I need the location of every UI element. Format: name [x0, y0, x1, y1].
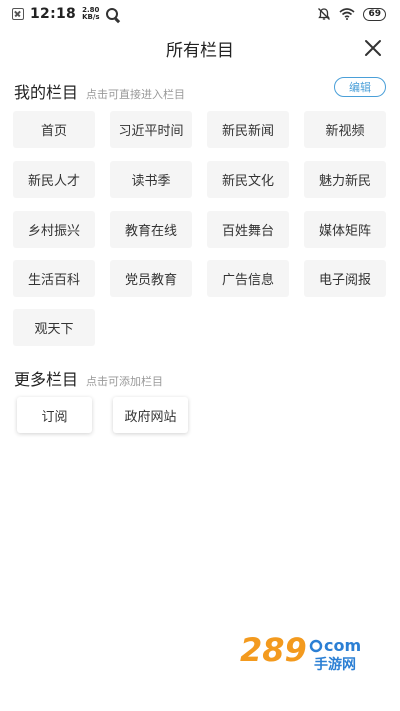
channel-chip[interactable]: 新视频	[304, 111, 386, 148]
channel-chip[interactable]: 魅力新民	[304, 161, 386, 198]
more-channel-chip[interactable]: 订阅	[17, 397, 92, 433]
page-header: 所有栏目	[0, 28, 400, 68]
channel-chip[interactable]: 新民文化	[207, 161, 289, 198]
my-channels-hint: 点击可直接进入栏目	[86, 88, 186, 101]
channel-chip[interactable]: 生活百科	[13, 260, 95, 297]
status-bar: 12:18 2.80 KB/s 69	[0, 0, 400, 28]
channel-chip[interactable]: 乡村振兴	[13, 211, 95, 248]
close-icon[interactable]	[362, 37, 384, 59]
more-channels-hint: 点击可添加栏目	[86, 375, 164, 388]
mute-bell-icon	[318, 8, 331, 20]
network-speed-unit: KB/s	[82, 13, 100, 21]
channel-chip[interactable]: 首页	[13, 111, 95, 148]
app-notification-icon	[105, 8, 118, 20]
watermark-number: 289	[240, 631, 307, 669]
more-channels-header: 更多栏目 点击可添加栏目	[14, 366, 163, 390]
edit-button[interactable]: 编辑	[334, 77, 386, 97]
network-speed: 2.80 KB/s	[82, 7, 99, 21]
watermark-logo: 289 com 手游网	[240, 631, 361, 671]
battery-level: 69	[363, 7, 386, 21]
status-time: 12:18	[30, 6, 77, 22]
channel-chip[interactable]: 读书季	[110, 161, 192, 198]
page-title: 所有栏目	[166, 40, 234, 61]
my-channels-header: 我的栏目 点击可直接进入栏目	[14, 79, 185, 103]
status-right: 69	[317, 7, 386, 21]
more-channel-chip[interactable]: 政府网站	[113, 397, 188, 433]
channel-chip[interactable]: 电子阅报	[304, 260, 386, 297]
channel-chip[interactable]: 教育在线	[110, 211, 192, 248]
my-channels-title: 我的栏目	[14, 83, 79, 102]
channel-chip[interactable]: 新民新闻	[207, 111, 289, 148]
channel-chip[interactable]: 党员教育	[110, 260, 192, 297]
wifi-icon	[339, 8, 355, 20]
notification-closed-icon	[12, 8, 24, 20]
status-left: 12:18 2.80 KB/s	[12, 6, 118, 22]
channel-chip[interactable]: 观天下	[13, 309, 95, 346]
channel-chip[interactable]: 新民人才	[13, 161, 95, 198]
channel-chip[interactable]: 媒体矩阵	[304, 211, 386, 248]
more-channels-title: 更多栏目	[14, 370, 79, 389]
channel-chip[interactable]: 百姓舞台	[207, 211, 289, 248]
channel-chip[interactable]: 广告信息	[207, 260, 289, 297]
watermark-brand: 手游网	[314, 656, 356, 671]
watermark-domain: com	[324, 636, 361, 655]
channel-chip[interactable]: 习近平时间	[110, 111, 192, 148]
